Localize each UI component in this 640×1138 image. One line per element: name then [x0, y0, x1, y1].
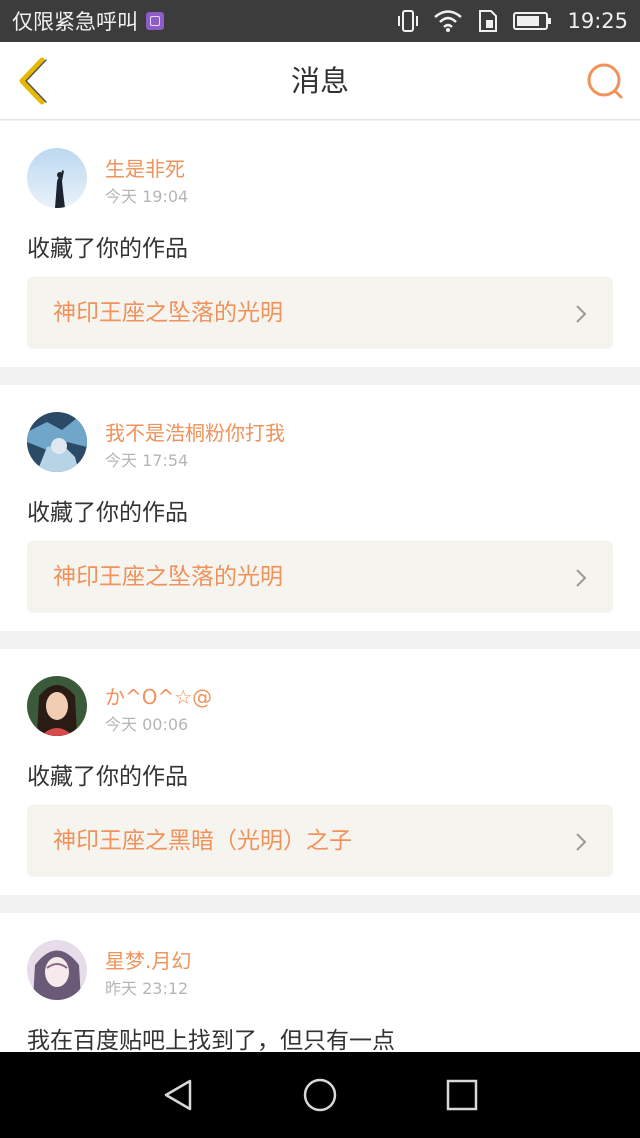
timestamp: 今天 19:04: [105, 187, 189, 206]
back-triangle-icon[interactable]: [160, 1077, 196, 1113]
message-card[interactable]: 生是非死 今天 19:04 收藏了你的作品 神印王座之坠落的光明: [0, 121, 640, 367]
divider: [0, 895, 640, 913]
status-left: 仅限紧急呼叫: [12, 6, 164, 36]
message-card[interactable]: 我不是浩桐粉你打我 今天 17:54 收藏了你的作品 神印王座之坠落的光明: [0, 385, 640, 631]
status-time: 19:25: [567, 9, 628, 33]
message-card[interactable]: 星梦.月幻 昨天 23:12 我在百度贴吧上找到了，但只有一点: [0, 913, 640, 1073]
username[interactable]: 星梦.月幻: [105, 945, 191, 974]
vibrate-icon: [397, 9, 419, 33]
action-text: 收藏了你的作品: [27, 764, 188, 790]
nav-bar: 消息: [0, 42, 640, 120]
username[interactable]: 我不是浩桐粉你打我: [105, 417, 285, 446]
username[interactable]: か^O^☆@: [105, 681, 212, 710]
chevron-right-icon: [576, 569, 587, 587]
carrier-text: 仅限紧急呼叫: [12, 10, 138, 34]
search-button[interactable]: [584, 60, 626, 102]
page-title: 消息: [290, 64, 349, 98]
action-text: 收藏了你的作品: [27, 500, 188, 526]
message-card[interactable]: か^O^☆@ 今天 00:06 收藏了你的作品 神印王座之黑暗（光明）之子: [0, 649, 640, 895]
battery-icon: [513, 10, 553, 32]
status-right: 19:25: [397, 9, 628, 33]
sim-icon: [477, 9, 499, 33]
status-bar: 仅限紧急呼叫 19:25: [0, 0, 640, 42]
action-text: 收藏了你的作品: [27, 236, 188, 262]
work-link[interactable]: 神印王座之坠落的光明: [27, 277, 613, 349]
avatar[interactable]: [27, 148, 87, 208]
work-link[interactable]: 神印王座之黑暗（光明）之子: [27, 805, 613, 877]
username[interactable]: 生是非死: [105, 153, 185, 182]
divider: [0, 367, 640, 385]
timestamp: 今天 17:54: [105, 451, 189, 470]
home-circle-icon[interactable]: [302, 1077, 338, 1113]
work-link[interactable]: 神印王座之坠落的光明: [27, 541, 613, 613]
recents-square-icon[interactable]: [444, 1077, 480, 1113]
timestamp: 昨天 23:12: [105, 979, 189, 998]
work-title: 神印王座之坠落的光明: [53, 564, 283, 590]
divider: [0, 631, 640, 649]
work-title: 神印王座之黑暗（光明）之子: [53, 828, 352, 854]
chevron-right-icon: [576, 305, 587, 323]
message-list: 生是非死 今天 19:04 收藏了你的作品 神印王座之坠落的光明 我不是浩桐粉你…: [0, 121, 640, 1073]
wifi-icon: [433, 9, 463, 33]
action-text: 我在百度贴吧上找到了，但只有一点: [27, 1028, 395, 1054]
search-icon: [587, 63, 623, 99]
avatar[interactable]: [27, 676, 87, 736]
gallery-notification-icon: [146, 12, 164, 30]
system-nav-bar: [0, 1052, 640, 1138]
timestamp: 今天 00:06: [105, 715, 189, 734]
work-title: 神印王座之坠落的光明: [53, 300, 283, 326]
avatar[interactable]: [27, 940, 87, 1000]
chevron-right-icon: [576, 833, 587, 851]
avatar[interactable]: [27, 412, 87, 472]
